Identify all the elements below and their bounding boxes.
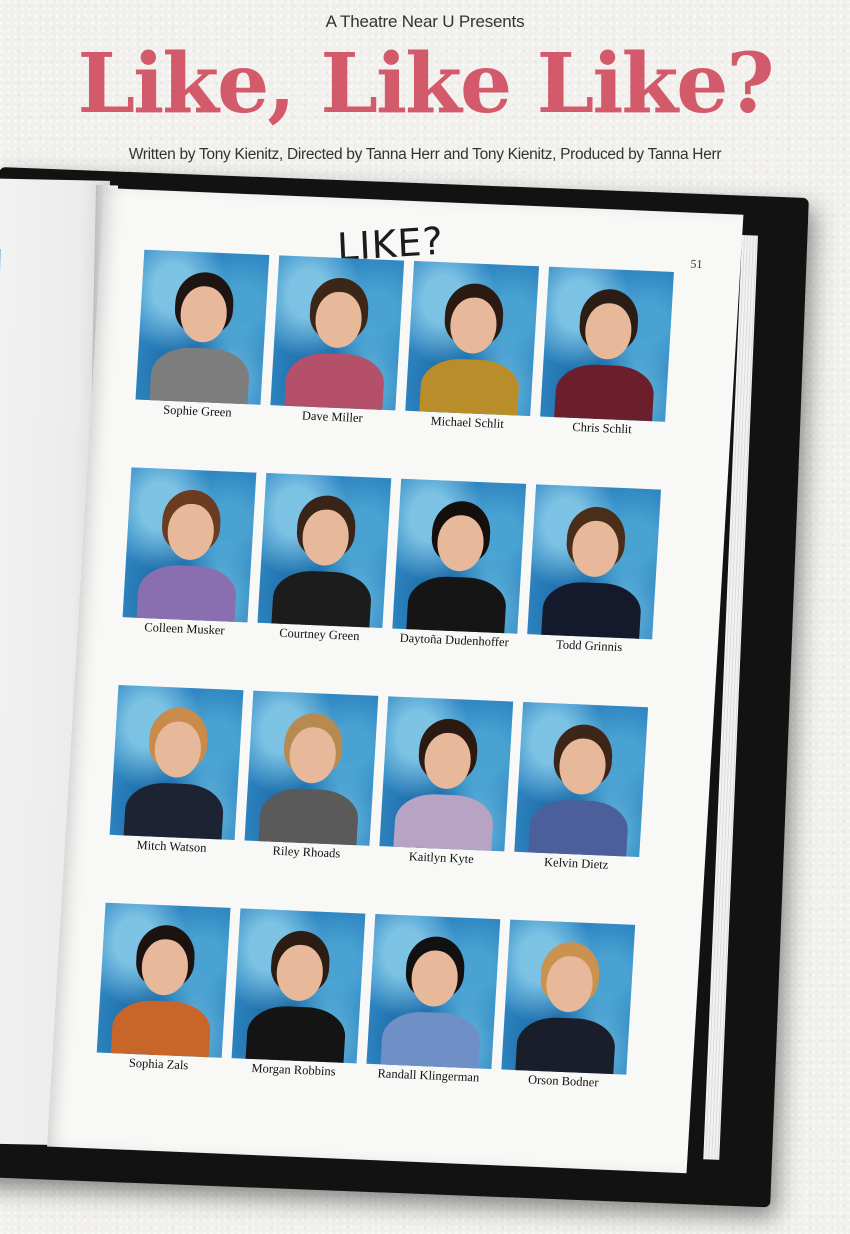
portrait-body [540,580,643,640]
portrait-card: Todd Grinnis [526,484,662,659]
student-name: Michael Schlit [430,413,505,431]
portrait-card: Riley Rhoads [243,690,379,866]
portrait-photo [270,255,405,411]
student-name: Courtney Green [278,625,360,644]
student-name: Randall Klingerman [377,1066,480,1085]
portrait-card: Mitch Watson [108,685,244,860]
portrait-body [527,798,630,857]
portrait-face [583,302,633,361]
portrait-photo [501,919,636,1075]
student-name: Dave Miller [301,408,364,426]
portrait-face [140,938,190,997]
portrait-card: Morgan Robbins [230,908,366,1083]
portrait-body [514,1016,617,1075]
portrait-photo [257,473,392,629]
portrait-body [553,363,656,422]
portrait-card: Courtney Green [256,473,392,648]
portrait-photo [405,261,540,417]
portrait-body [135,563,238,623]
poster-title: Like, Like Like? [77,36,774,132]
portrait-photo [231,908,366,1064]
student-name: Colleen Musker [143,620,225,638]
student-name: Todd Grinnis [555,637,623,655]
portrait-photo [540,266,674,422]
portrait-face [570,519,621,578]
portrait-card: Chris Schlit [539,266,674,442]
portrait-photo [122,467,257,623]
portrait-body [379,1010,482,1069]
portrait-face [313,291,364,349]
portrait-body [283,351,386,411]
student-name: Riley Rhoads [272,843,341,861]
portrait-face [557,737,608,796]
portrait-card: Michael Schlit [404,261,540,436]
portrait-face [300,508,351,567]
portrait-body [257,787,360,846]
portrait-photo [379,696,514,852]
portrait-photo [527,484,662,640]
portrait-face [179,285,229,344]
portrait-body [109,999,212,1058]
presenter-line: A Theatre Near U Presents [325,12,525,31]
credits-line: Written by Tony Kienitz, Directed by Tan… [128,146,722,163]
portrait-photo [96,902,231,1058]
portrait-photo [109,685,244,841]
portrait-photo [514,702,649,857]
portrait-face [409,949,460,1008]
portrait-face [544,955,595,1014]
portrait-card: Orson Bodner [500,919,636,1095]
student-name: Morgan Robbins [251,1060,336,1079]
student-name: Orson Bodner [527,1072,599,1090]
portrait-body [244,1004,347,1064]
portrait-card: Sophie Green [134,249,270,425]
yearbook-page: LIKE? 51 Sophie Green Dave Miller Michael … [47,188,744,1174]
page-number: 51 [690,256,703,272]
portrait-body [392,792,495,852]
portrait-body [122,781,225,841]
portrait-card: Daytoña Dudenhoffer [391,478,527,654]
portrait-body [270,569,373,629]
portrait-body [405,575,508,634]
portrait-face [422,731,473,790]
student-name: Sophia Zals [128,1055,189,1073]
portrait-face [153,720,203,779]
portrait-card: Colleen Musker [121,467,257,642]
portrait-photo [135,249,270,405]
portrait-card: Kaitlyn Kyte [378,696,514,871]
portrait-card: Randall Klingerman [365,914,501,1089]
student-name: Daytoña Dudenhoffer [399,630,510,650]
student-name: Mitch Watson [136,837,207,855]
portrait-body [418,357,521,417]
portrait-face [435,514,486,573]
portrait-card: Sophia Zals [96,902,231,1078]
student-name: Kelvin Dietz [543,855,609,872]
portrait-photo [366,914,501,1069]
portrait-body [148,346,251,405]
portrait-face [288,726,338,785]
portrait-face [166,503,216,561]
portrait-face [448,296,499,355]
portrait-photo [392,478,527,634]
portrait-face [275,943,325,1002]
portrait-card: Kelvin Dietz [513,702,649,877]
student-name: Kaitlyn Kyte [408,849,475,867]
left-page-photo [0,247,1,419]
portrait-photo [244,690,379,846]
student-name: Sophie Green [162,402,232,420]
portrait-card: Dave Miller [269,255,405,430]
student-name: Chris Schlit [571,419,633,437]
